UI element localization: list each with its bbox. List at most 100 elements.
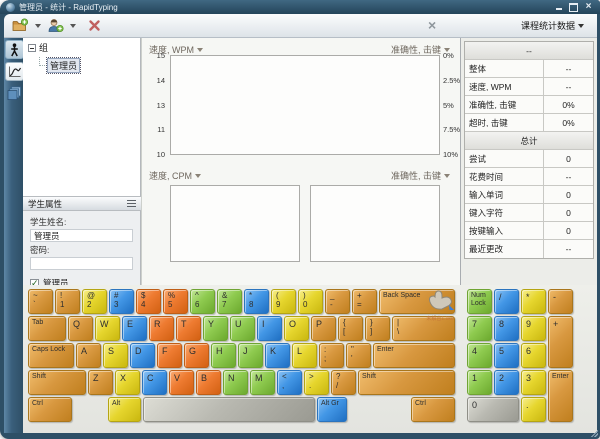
key-numpad-2[interactable]: 2 — [494, 370, 519, 395]
key-h[interactable]: H — [211, 343, 236, 368]
key-backspace[interactable]: Back Space — [379, 289, 455, 314]
key-c[interactable]: C — [142, 370, 167, 395]
key-8[interactable]: *8 — [244, 289, 269, 314]
key-n[interactable]: N — [223, 370, 248, 395]
key-i[interactable]: I — [257, 316, 282, 341]
maximize-icon[interactable] — [568, 2, 579, 12]
cpm-axis-dropdown[interactable]: 速度, CPM — [149, 169, 205, 182]
key-numpad-divide[interactable]: / — [494, 289, 519, 314]
key-numpad-0[interactable]: 0 — [467, 397, 519, 422]
key-m[interactable]: M — [250, 370, 275, 395]
key-numpad-3[interactable]: 3 — [521, 370, 546, 395]
key-slash[interactable]: ?/ — [331, 370, 356, 395]
key-z[interactable]: Z — [88, 370, 113, 395]
add-student-button[interactable] — [45, 16, 66, 35]
nav-lessons-button[interactable] — [5, 84, 24, 103]
tree-student-node[interactable]: 管理员 — [23, 55, 140, 73]
key-1[interactable]: !1 — [55, 289, 80, 314]
key-y[interactable]: Y — [203, 316, 228, 341]
key-space[interactable] — [143, 397, 315, 422]
panel-menu-icon[interactable] — [127, 200, 136, 207]
key-numpad-8[interactable]: 8 — [494, 316, 519, 341]
key-5[interactable]: %5 — [163, 289, 188, 314]
key-q[interactable]: Q — [68, 316, 93, 341]
key-key[interactable]: _- — [325, 289, 350, 314]
accuracy2-axis-dropdown[interactable]: 准确性, 击键 — [391, 169, 454, 182]
key-b[interactable]: B — [196, 370, 221, 395]
key-caps-lock[interactable]: Caps Lock — [28, 343, 74, 368]
add-group-button[interactable] — [10, 16, 31, 35]
key-key[interactable]: ~` — [28, 289, 53, 314]
delete-button[interactable] — [86, 17, 103, 34]
key-p[interactable]: P — [311, 316, 336, 341]
close-icon[interactable] — [583, 2, 594, 12]
key-0[interactable]: )0 — [298, 289, 323, 314]
nav-students-button[interactable] — [5, 40, 24, 59]
tree-student-label[interactable]: 管理员 — [47, 58, 80, 73]
key-k[interactable]: K — [265, 343, 290, 368]
key-numpad-1[interactable]: 1 — [467, 370, 492, 395]
key-j[interactable]: J — [238, 343, 263, 368]
add-group-dropdown-icon[interactable] — [35, 24, 41, 28]
key-numpad-minus[interactable]: - — [548, 289, 573, 314]
key-shift-left[interactable]: Shift — [28, 370, 86, 395]
key-g[interactable]: G — [184, 343, 209, 368]
key-numpad-5[interactable]: 5 — [494, 343, 519, 368]
stats-source-dropdown[interactable]: 课程统计数据 — [521, 19, 588, 32]
key-alt-left[interactable]: Alt — [108, 397, 141, 422]
key-tab[interactable]: Tab — [28, 316, 66, 341]
resize-grip[interactable] — [590, 429, 598, 437]
student-name-input[interactable]: 管理员 — [30, 229, 133, 242]
key-numpad-multiply[interactable]: * — [521, 289, 546, 314]
key-s[interactable]: S — [103, 343, 128, 368]
minimize-icon[interactable] — [553, 2, 564, 12]
key-ctrl-left[interactable]: Ctrl — [28, 397, 72, 422]
key-key[interactable]: += — [352, 289, 377, 314]
key-semicolon[interactable]: :; — [319, 343, 344, 368]
key-numpad-enter[interactable]: Enter — [548, 370, 573, 422]
key-6[interactable]: ^6 — [190, 289, 215, 314]
close-statistics-icon[interactable] — [428, 16, 436, 34]
key-key[interactable]: }] — [365, 316, 390, 341]
key-x[interactable]: X — [115, 370, 140, 395]
key-numpad-4[interactable]: 4 — [467, 343, 492, 368]
key-key[interactable]: {[ — [338, 316, 363, 341]
key-shift-right[interactable]: Shift — [358, 370, 455, 395]
key-r[interactable]: R — [149, 316, 174, 341]
nav-statistics-button[interactable] — [5, 62, 24, 81]
key-9[interactable]: (9 — [271, 289, 296, 314]
key-d[interactable]: D — [130, 343, 155, 368]
tree-group-label[interactable]: 组 — [39, 41, 48, 54]
password-input[interactable] — [30, 257, 133, 270]
key-4[interactable]: $4 — [136, 289, 161, 314]
key-enter[interactable]: Enter — [373, 343, 455, 368]
key-numpad-plus[interactable]: + — [548, 316, 573, 368]
key-ctrl-right[interactable]: Ctrl — [411, 397, 455, 422]
key-w[interactable]: W — [95, 316, 120, 341]
tree-group-node[interactable]: 组 — [23, 38, 140, 54]
key-backslash[interactable]: |\ — [392, 316, 455, 341]
key-u[interactable]: U — [230, 316, 255, 341]
key-2[interactable]: @2 — [82, 289, 107, 314]
key-l[interactable]: L — [292, 343, 317, 368]
add-student-dropdown-icon[interactable] — [70, 24, 76, 28]
key-f[interactable]: F — [157, 343, 182, 368]
key-period[interactable]: >. — [304, 370, 329, 395]
key-comma[interactable]: <, — [277, 370, 302, 395]
key-a[interactable]: A — [76, 343, 101, 368]
key-numpad-7[interactable]: 7 — [467, 316, 492, 341]
key-t[interactable]: T — [176, 316, 201, 341]
key-o[interactable]: O — [284, 316, 309, 341]
key-numpad-9[interactable]: 9 — [521, 316, 546, 341]
key-v[interactable]: V — [169, 370, 194, 395]
key-numpad-6[interactable]: 6 — [521, 343, 546, 368]
titlebar[interactable]: 管理员 - 统计 - RapidTyping — [0, 0, 600, 14]
key-7[interactable]: &7 — [217, 289, 242, 314]
collapse-icon[interactable] — [28, 44, 36, 52]
key-e[interactable]: E — [122, 316, 147, 341]
key-quote[interactable]: "' — [346, 343, 371, 368]
key-3[interactable]: #3 — [109, 289, 134, 314]
key-num-lock[interactable]: Num Lock — [467, 289, 492, 314]
key-numpad-decimal[interactable]: . — [521, 397, 546, 422]
key-alt-gr[interactable]: Alt Gr — [317, 397, 347, 422]
